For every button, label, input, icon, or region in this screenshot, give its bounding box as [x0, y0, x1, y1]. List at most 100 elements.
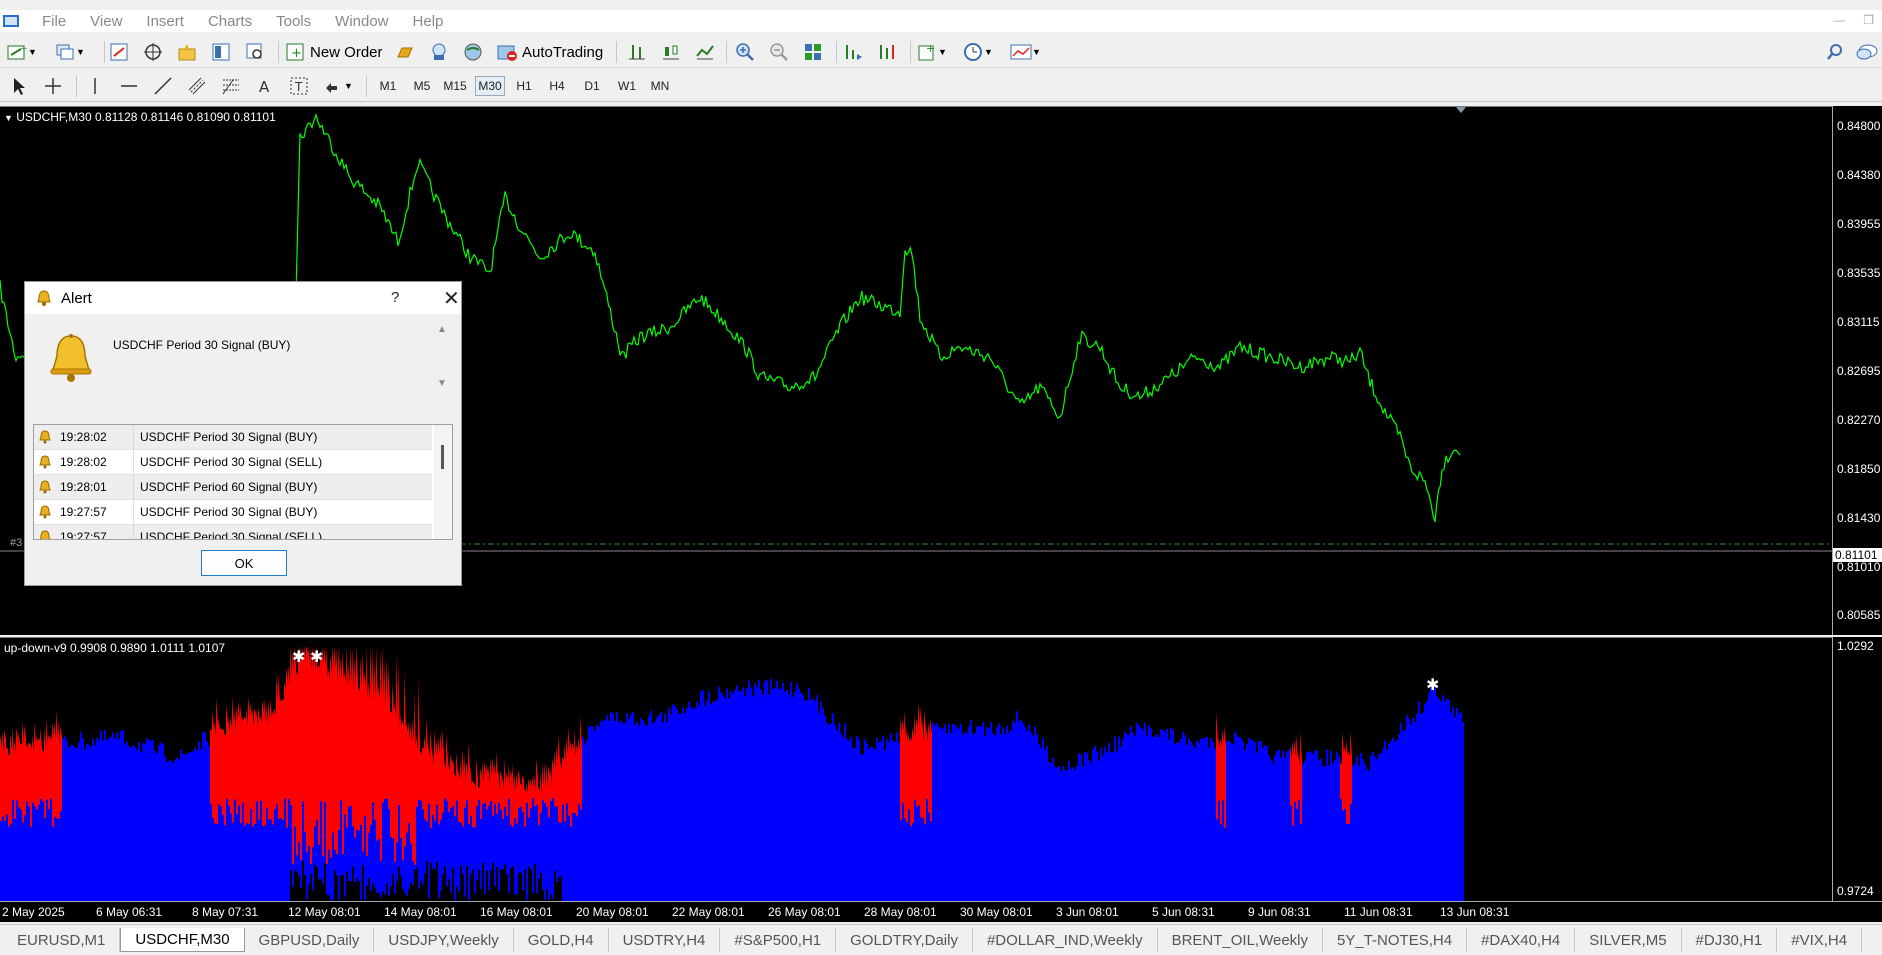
profiles-button[interactable]: ▼ [54, 40, 85, 64]
zoom-in-button[interactable] [734, 40, 756, 64]
menu-tools[interactable]: Tools [264, 13, 323, 30]
tab-brent-oil-weekly[interactable]: BRENT_OIL,Weekly [1158, 928, 1324, 952]
crosshair-tool[interactable] [42, 74, 64, 98]
tab-vix-h4[interactable]: #VIX,H4 [1777, 928, 1863, 952]
crosshair-nav-button[interactable] [142, 40, 164, 64]
tab-goldtry-daily[interactable]: GOLDTRY,Daily [836, 928, 973, 952]
favorites-button[interactable] [176, 40, 198, 64]
indicators-button[interactable]: + ▼ [916, 40, 947, 64]
candlestick-button[interactable] [660, 40, 682, 64]
restore-icon[interactable]: ❐ [1863, 13, 1874, 27]
period-h4[interactable]: H4 [542, 76, 572, 96]
channel-tool[interactable] [186, 74, 208, 98]
svg-text:T: T [294, 80, 303, 94]
help-button[interactable]: ? [391, 289, 399, 306]
chat-button[interactable] [1856, 40, 1878, 64]
time-scale: 2 May 2025 6 May 06:31 8 May 07:31 12 Ma… [0, 901, 1882, 922]
period-d1[interactable]: D1 [577, 76, 607, 96]
data-window-icon [210, 41, 232, 63]
ok-button[interactable]: OK [201, 550, 287, 576]
new-order-icon: + [284, 41, 306, 63]
close-icon[interactable]: ✕ [443, 286, 460, 311]
periods-button[interactable]: ▼ [962, 40, 993, 64]
menu-window[interactable]: Window [323, 13, 400, 30]
market-button[interactable] [462, 40, 484, 64]
period-h1[interactable]: H1 [509, 76, 539, 96]
tab-dj30-h1[interactable]: #DJ30,H1 [1682, 928, 1778, 952]
text-label-tool[interactable]: T [288, 74, 310, 98]
text-tool[interactable]: A [254, 74, 276, 98]
templates-button[interactable]: ▼ [1010, 40, 1041, 64]
alert-row[interactable]: 19:28:02 USDCHF Period 30 Signal (BUY) [34, 425, 432, 450]
autotrading-button[interactable]: AutoTrading [496, 40, 603, 64]
new-chart-button[interactable]: + ▼ [6, 40, 37, 64]
scrollbar-thumb[interactable] [441, 445, 444, 469]
tab-sp500-h1[interactable]: #S&P500,H1 [720, 928, 837, 952]
arrows-tool[interactable]: ▼ [322, 74, 353, 98]
chart-dropdown-icon[interactable]: ▼ [4, 113, 13, 123]
svg-text:+: + [20, 44, 27, 54]
indicator-window[interactable]: ✱ ✱ ✱ up-down-v9 0.9908 0.9890 1.0111 1.01… [0, 637, 1832, 901]
fibonacci-tool[interactable] [220, 74, 242, 98]
indicator-histogram: ✱ ✱ ✱ [0, 646, 1464, 901]
indicator-scale[interactable]: 1.0292 0.9724 [1832, 637, 1882, 901]
period-mn[interactable]: MN [645, 76, 675, 96]
tab-dollar-ind-weekly[interactable]: #DOLLAR_IND,Weekly [973, 928, 1158, 952]
period-m30[interactable]: M30 [475, 76, 505, 96]
tab-eurusd-m1[interactable]: EURUSD,M1 [3, 928, 121, 952]
tester-icon [244, 41, 266, 63]
period-m5[interactable]: M5 [407, 76, 437, 96]
new-order-button[interactable]: + New Order [284, 40, 383, 64]
gold-button[interactable] [394, 40, 416, 64]
signals-button[interactable] [428, 40, 450, 64]
menu-charts[interactable]: Charts [196, 13, 264, 30]
minimize-icon[interactable]: — [1833, 13, 1845, 27]
scroll-down-icon[interactable]: ▼ [437, 378, 447, 389]
line-chart-button[interactable] [694, 40, 716, 64]
period-m1[interactable]: M1 [373, 76, 403, 96]
tab-usdtry-h4[interactable]: USDTRY,H4 [609, 928, 721, 952]
alert-row[interactable]: 19:27:57 USDCHF Period 30 Signal (SELL) [34, 525, 432, 539]
alert-titlebar[interactable]: Alert ? ✕ [25, 282, 461, 314]
tab-usdchf-m30[interactable]: USDCHF,M30 [120, 928, 245, 952]
tab-gold-h4[interactable]: GOLD,H4 [514, 928, 609, 952]
data-window-button[interactable] [210, 40, 232, 64]
search-button[interactable] [1824, 40, 1846, 64]
chart-shift-button[interactable] [842, 40, 864, 64]
time-label: 11 Jun 08:31 [1344, 905, 1413, 919]
alert-row[interactable]: 19:27:57 USDCHF Period 30 Signal (BUY) [34, 500, 432, 525]
tab-gbpusd-daily[interactable]: GBPUSD,Daily [245, 928, 375, 952]
tab-usdjpy-weekly[interactable]: USDJPY,Weekly [374, 928, 514, 952]
menu-insert[interactable]: Insert [134, 13, 196, 30]
scroll-up-icon[interactable]: ▲ [437, 324, 447, 335]
tab-5y-t-notes-h4[interactable]: 5Y_T-NOTES,H4 [1323, 928, 1468, 952]
cursor-icon [8, 75, 30, 97]
tile-windows-button[interactable] [802, 40, 824, 64]
alert-row[interactable]: 19:28:02 USDCHF Period 30 Signal (SELL) [34, 450, 432, 475]
period-m15[interactable]: M15 [440, 76, 470, 96]
menu-view[interactable]: View [78, 13, 134, 30]
menu-file[interactable]: File [30, 13, 78, 30]
menu-help[interactable]: Help [401, 13, 456, 30]
signal-marker-icon: ✱ [310, 647, 323, 666]
tab-dax40-h4[interactable]: #DAX40,H4 [1467, 928, 1576, 952]
vertical-line-tool[interactable] [84, 74, 106, 98]
market-watch-button[interactable] [108, 40, 130, 64]
autoscroll-button[interactable] [876, 40, 898, 64]
price-label: 0.84380 [1837, 168, 1881, 182]
cursor-tool[interactable] [8, 74, 30, 98]
price-scale[interactable]: 0.84800 0.84380 0.83955 0.83535 0.83115 … [1832, 106, 1882, 635]
tab-silver-m5[interactable]: SILVER,M5 [1575, 928, 1682, 952]
alert-list-scrollbar[interactable] [434, 425, 452, 539]
bar-chart-button[interactable] [626, 40, 648, 64]
large-bell-icon [45, 332, 97, 387]
period-w1[interactable]: W1 [612, 76, 642, 96]
chart-shift-marker-icon[interactable] [1456, 107, 1466, 113]
price-label: 0.82270 [1837, 413, 1881, 427]
strategy-tester-button[interactable] [244, 40, 266, 64]
trendline-tool[interactable] [152, 74, 174, 98]
alert-row[interactable]: 19:28:01 USDCHF Period 60 Signal (BUY) [34, 475, 432, 500]
horizontal-line-tool[interactable] [118, 74, 140, 98]
zoom-out-button[interactable] [768, 40, 790, 64]
alert-history-list[interactable]: 19:28:02 USDCHF Period 30 Signal (BUY) 1… [33, 424, 453, 540]
